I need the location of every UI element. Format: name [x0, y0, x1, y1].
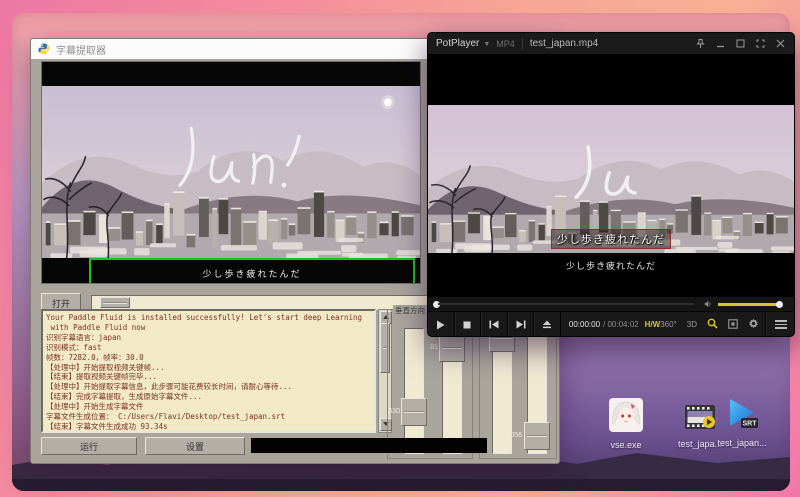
chevron-down-icon[interactable]: ▼: [483, 41, 490, 48]
previous-button[interactable]: [481, 312, 508, 337]
control-bar: 00:00:00 / 00:04:02 H/W 360° 3D: [428, 311, 794, 337]
progress-bar: [251, 438, 487, 453]
format-badge: MP4: [496, 39, 515, 49]
desktop-icon-test-japan-srt[interactable]: SRT test_japan...: [714, 398, 770, 448]
slider-value: 1056: [498, 432, 522, 439]
burned-subtitle: 少し歩き疲れたんだ: [428, 229, 794, 249]
control-panel-icon[interactable]: [728, 316, 738, 334]
hw-decoder-badge: H/W: [645, 320, 661, 329]
volume-slider[interactable]: [718, 303, 780, 306]
console-line: 识别字幕语言：japan: [46, 333, 371, 343]
seek-bar[interactable]: [428, 297, 794, 311]
potplayer-video-area[interactable]: 少し歩き疲れたんだ 少し歩き疲れたんだ: [428, 55, 794, 297]
console-line: 识别模式：fast: [46, 343, 371, 353]
video-position-slider[interactable]: [91, 295, 441, 310]
srt-file-icon: SRT: [714, 398, 770, 435]
time-display: 00:00:00 / 00:04:02 H/W: [569, 312, 660, 337]
console-line: with Paddle Fluid now: [46, 323, 371, 333]
settings-gear-icon[interactable]: [748, 316, 759, 334]
potplayer-title-bar[interactable]: PotPlayer ▼ MP4 test_japan.mp4: [428, 33, 794, 55]
desktop-icon-label: test_japan...: [714, 438, 770, 448]
stop-button[interactable]: [455, 312, 482, 337]
group-label: 垂直方向: [393, 305, 427, 316]
console-line: 【结束】提取视频关键帧完毕...: [46, 372, 371, 382]
console-line: 【结束】完成字幕提取，生成原始字幕文件...: [46, 392, 371, 402]
desktop-icon-vse-exe[interactable]: vse.exe: [598, 398, 654, 450]
console-line: 字幕文件生成位置： C:/Users/Flavi/Desktop/test_ja…: [46, 412, 371, 422]
scene-search-icon[interactable]: [707, 316, 718, 334]
speaker-icon[interactable]: [704, 300, 712, 308]
extractor-video-scene: [42, 86, 420, 258]
detected-subtitle-text: 少し歩き疲れたんだ: [202, 267, 301, 280]
file-name: test_japan.mp4: [530, 38, 598, 49]
outer-frame: vse.exe test_japa...: [0, 0, 800, 497]
slider-value: 630: [384, 408, 400, 415]
video-position-handle[interactable]: [100, 297, 130, 308]
console-line: 帧数：7282.0，帧率：30.0: [46, 353, 371, 363]
open-media-button[interactable]: [534, 312, 561, 337]
potplayer-window: PotPlayer ▼ MP4 test_japan.mp4: [427, 32, 795, 337]
divider: [522, 38, 523, 49]
slider-handle[interactable]: [524, 422, 550, 450]
slider-handle[interactable]: [401, 398, 427, 426]
console-line: 【结束】字幕文件生成成功 93.34s: [46, 422, 371, 432]
volume-handle[interactable]: [776, 301, 783, 308]
srt-badge: SRT: [743, 421, 758, 428]
extractor-video-preview: 少し歩き疲れたんだ: [41, 61, 421, 284]
console-log[interactable]: Your Paddle Fluid is installed successfu…: [41, 309, 376, 433]
slider-track[interactable]: [404, 328, 424, 454]
console-line: 【处理中】开始生成字幕文件: [46, 402, 371, 412]
vse-exe-icon: [598, 398, 654, 437]
slider-handle[interactable]: [439, 334, 465, 362]
console-line: 【处理中】开始提取字幕信息，此步骤可能花费较长时间，请耐心等待...: [46, 382, 371, 392]
desktop-icon-label: vse.exe: [598, 440, 654, 450]
maximize-icon[interactable]: [735, 38, 746, 49]
console-line: Your Paddle Fluid is installed successfu…: [46, 313, 371, 323]
pin-icon[interactable]: [695, 38, 706, 49]
close-icon[interactable]: [775, 38, 786, 49]
time-total: / 00:04:02: [603, 320, 639, 329]
settings-button[interactable]: 设置: [145, 437, 245, 455]
slider-value: 81: [422, 344, 438, 351]
seek-track[interactable]: [438, 303, 694, 305]
time-current: 00:00:00: [569, 320, 600, 329]
app-name: PotPlayer: [436, 38, 479, 49]
3d-icon[interactable]: 3D: [687, 320, 697, 329]
next-button[interactable]: [508, 312, 535, 337]
run-button[interactable]: 运行: [41, 437, 137, 455]
vr-360-icon[interactable]: 360°: [660, 320, 677, 329]
console-line: 【处理中】开始提取视频关键帧...: [46, 363, 371, 373]
menu-hamburger-icon[interactable]: [765, 312, 794, 337]
srt-subtitle: 少し歩き疲れたんだ: [428, 259, 794, 272]
subtitle-region-box[interactable]: 少し歩き疲れたんだ: [89, 258, 415, 284]
play-button[interactable]: [428, 312, 455, 337]
window-title: 字幕提取器: [56, 42, 106, 57]
fullscreen-icon[interactable]: [755, 38, 766, 49]
python-app-icon: [38, 43, 50, 55]
minimize-icon[interactable]: [715, 38, 726, 49]
